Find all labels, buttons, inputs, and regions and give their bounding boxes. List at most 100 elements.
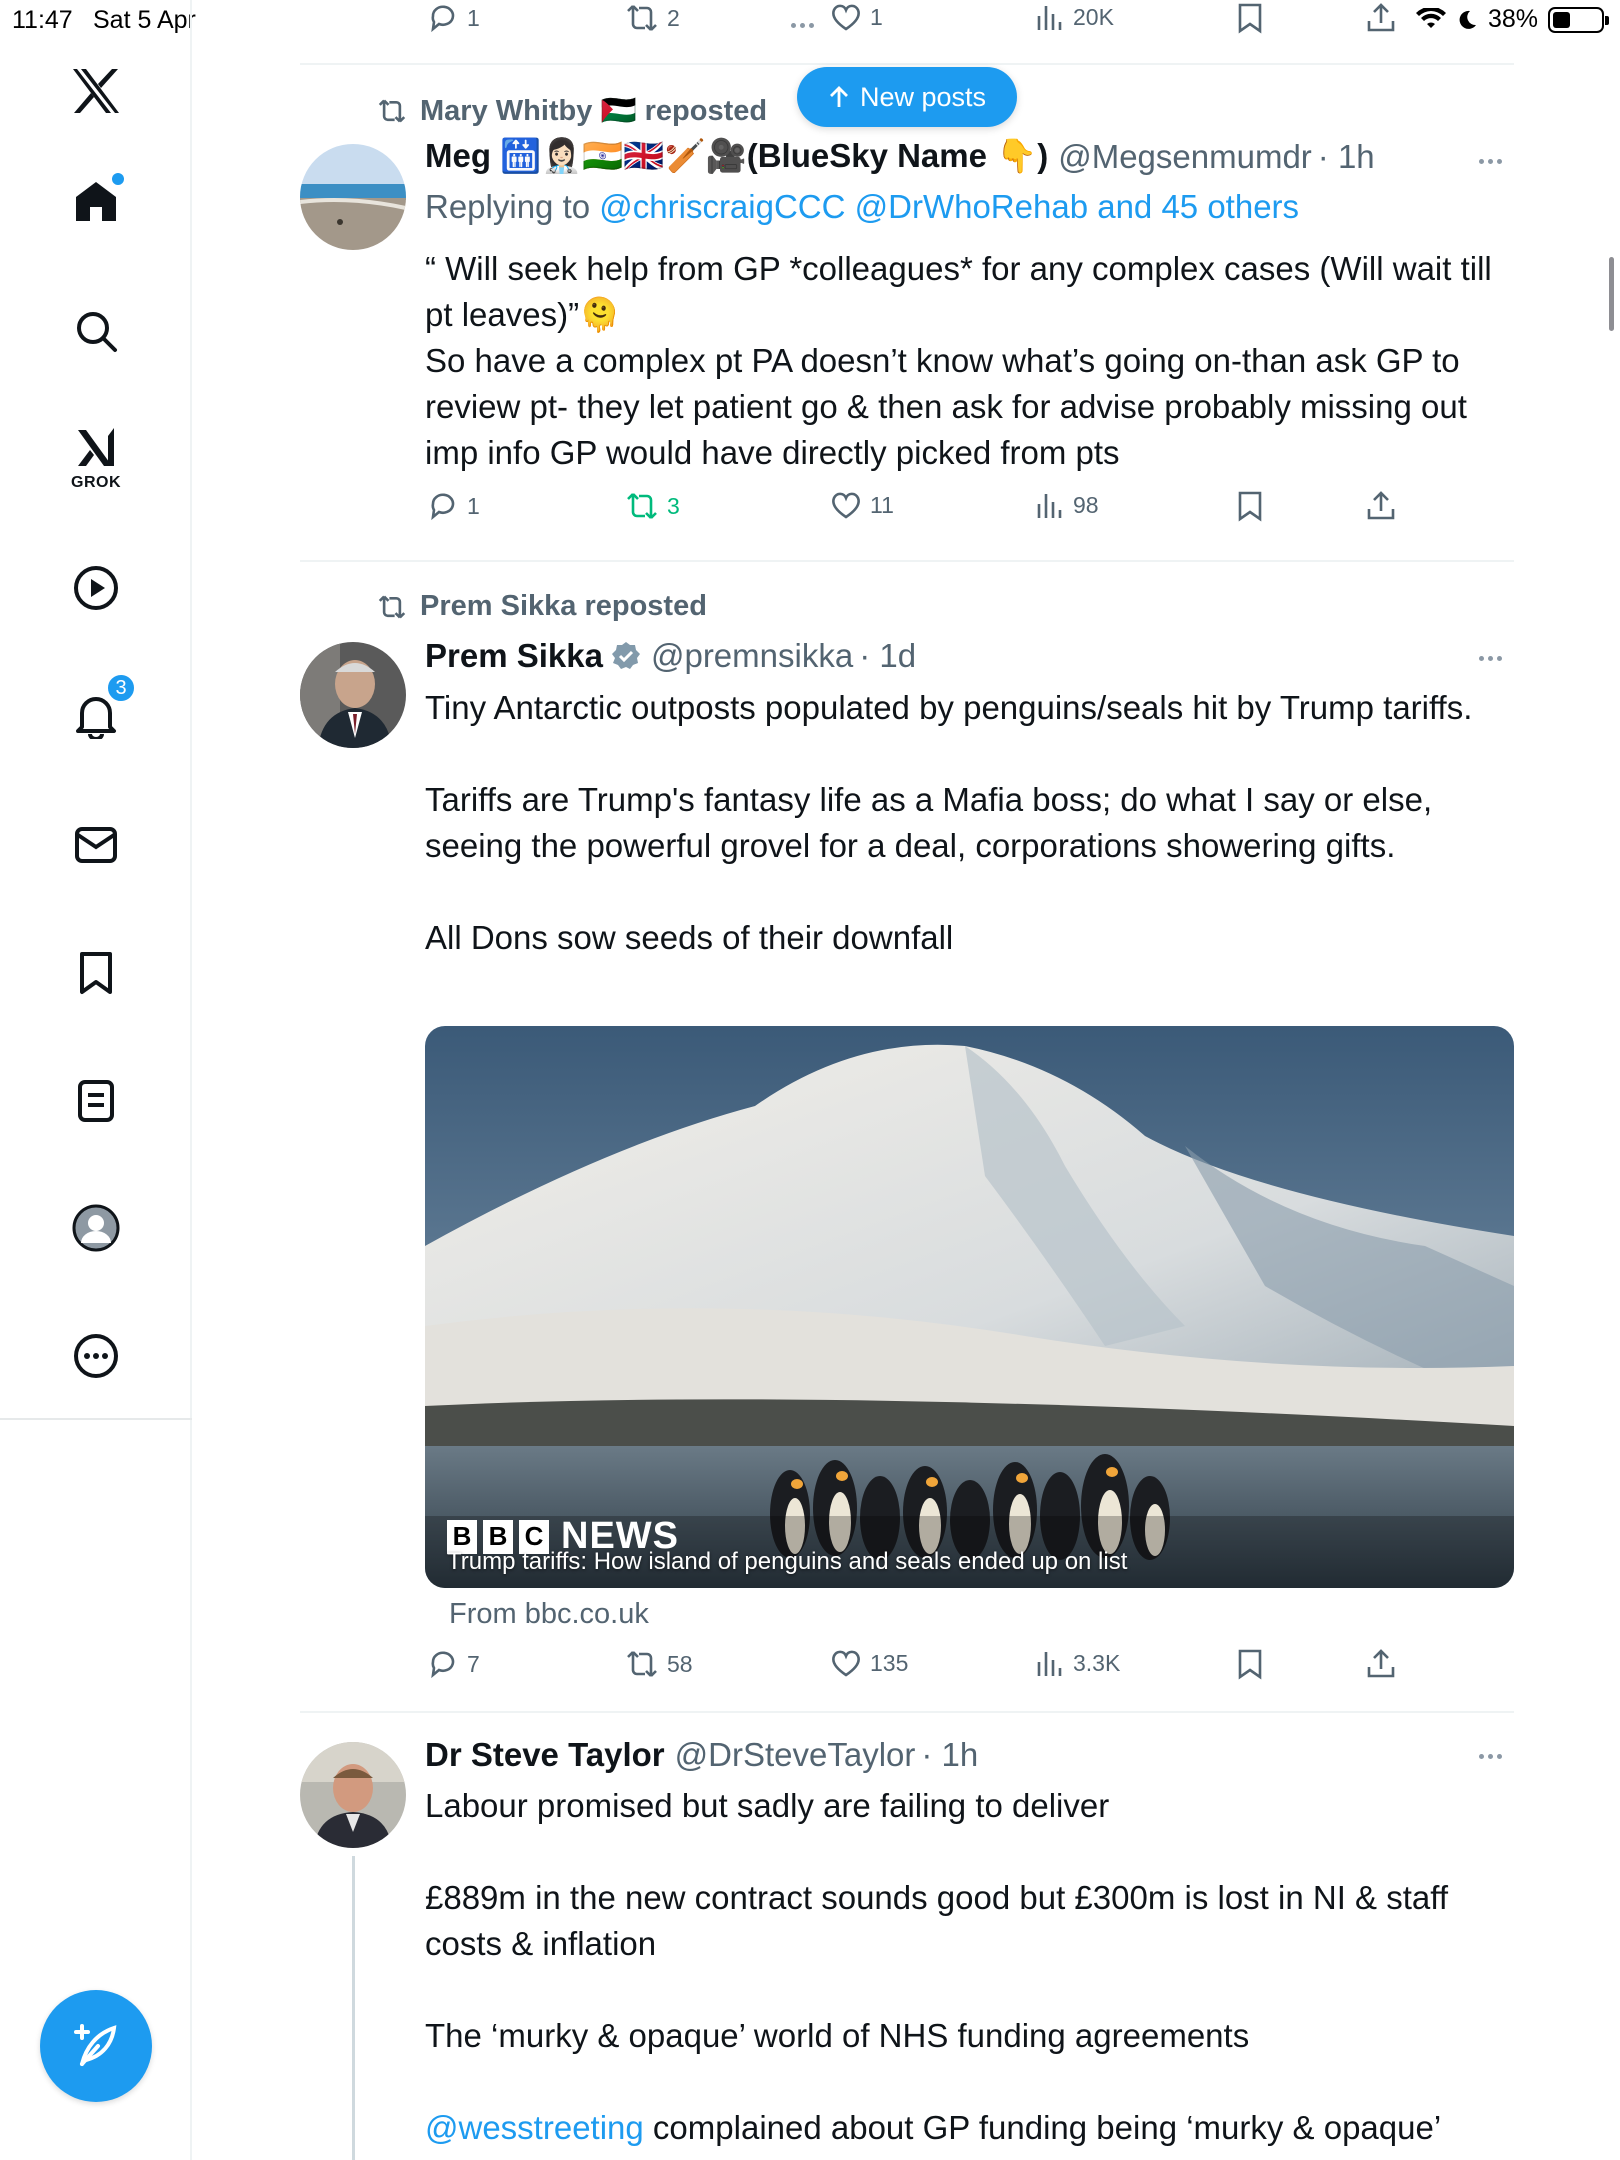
- new-posts-label: New posts: [859, 81, 987, 112]
- repost-count: 2: [667, 4, 680, 31]
- battery-icon: [1548, 6, 1609, 33]
- post-line: £889m in the new contract sounds good bu…: [425, 1879, 1448, 1962]
- repost-count: 58: [667, 1650, 693, 1677]
- nav-search[interactable]: [74, 309, 118, 353]
- views-count: 20K: [1073, 3, 1114, 30]
- post-text: Tiny Antarctic outposts populated by pen…: [425, 685, 1515, 961]
- more-options-button[interactable]: [1468, 1741, 1512, 1771]
- share-icon: [1367, 491, 1395, 520]
- profile-icon: [72, 1204, 120, 1252]
- share-button[interactable]: [1365, 1648, 1397, 1680]
- post-text: Labour promised but sadly are failing to…: [425, 1783, 1515, 2151]
- repost-icon: [627, 5, 657, 31]
- repost-icon: [627, 1651, 657, 1677]
- like-button[interactable]: 1: [830, 2, 883, 32]
- home-icon: [76, 182, 116, 221]
- top-post-actions: 1 2 1 20K: [425, 2, 1425, 46]
- more-options-button[interactable]: [1468, 643, 1512, 673]
- reply-icon: [431, 493, 455, 521]
- avatar[interactable]: [300, 642, 406, 748]
- repost-button[interactable]: 3: [625, 490, 680, 522]
- post-line: Tiny Antarctic outposts populated by pen…: [425, 689, 1473, 726]
- nav-video[interactable]: [73, 565, 119, 611]
- reply-button[interactable]: 1: [427, 490, 480, 522]
- post-time: · 1h: [921, 1736, 979, 1773]
- scrollbar[interactable]: [1609, 257, 1614, 331]
- link-card[interactable]: B B C NEWS Trump tariffs: How island of …: [425, 1026, 1514, 1588]
- reply-button[interactable]: 1: [427, 2, 480, 34]
- like-button[interactable]: 11: [830, 490, 894, 520]
- author-name[interactable]: Prem Sikka: [425, 637, 603, 675]
- post-line: The ‘murky & opaque’ world of NHS fundin…: [425, 2017, 1250, 2054]
- repost-button[interactable]: 58: [625, 1648, 693, 1680]
- nav-lists[interactable]: [77, 1079, 115, 1123]
- post-header: Meg 🛗👩🏻‍⚕️🇮🇳🇬🇧🏏🎥(BlueSky Name 👇) @Megsen…: [425, 137, 1375, 176]
- views-button[interactable]: 98: [1035, 490, 1099, 520]
- views-icon: [1037, 494, 1062, 518]
- author-name[interactable]: Dr Steve Taylor: [425, 1736, 665, 1774]
- reposted-by: Prem Sikka reposted: [420, 590, 707, 622]
- bookmark-icon: [1238, 491, 1262, 522]
- post-header: Prem Sikka @premnsikka · 1d: [425, 637, 916, 675]
- replying-links[interactable]: @chriscraigCCC @DrWhoRehab and 45 others: [599, 188, 1299, 225]
- nav-notifications[interactable]: 3: [74, 673, 136, 739]
- share-button[interactable]: [1365, 490, 1397, 522]
- heart-icon: [832, 492, 860, 519]
- repost-indicator: Prem Sikka reposted: [376, 590, 707, 623]
- nav-bookmarks[interactable]: [78, 951, 114, 995]
- views-button[interactable]: 3.3K: [1035, 1648, 1120, 1678]
- post-time: · 1h: [1317, 137, 1375, 175]
- verified-badge-icon: [611, 642, 640, 669]
- reply-count: 1: [467, 492, 480, 519]
- top-more-dots: [780, 10, 824, 40]
- repost-button[interactable]: 2: [625, 2, 680, 34]
- post-line: All Dons sow seeds of their downfall: [425, 919, 954, 956]
- heart-icon: [832, 1650, 860, 1677]
- bookmark-button[interactable]: [1237, 1648, 1263, 1680]
- like-button[interactable]: 135: [830, 1648, 908, 1678]
- notification-badge: 3: [106, 673, 136, 703]
- replying-prefix: Replying to: [425, 188, 600, 225]
- mail-icon: [75, 827, 117, 863]
- author-handle[interactable]: @DrSteveTaylor: [675, 1736, 916, 1774]
- author-handle[interactable]: @premnsikka: [651, 637, 853, 675]
- repost-icon: [378, 99, 406, 123]
- bookmark-icon: [1238, 3, 1262, 34]
- bookmark-button[interactable]: [1237, 2, 1263, 34]
- nav-more[interactable]: [73, 1333, 119, 1379]
- views-count: 98: [1073, 491, 1099, 518]
- mention-link[interactable]: @wesstreeting: [425, 2109, 644, 2146]
- more-icon: [74, 1334, 118, 1378]
- views-icon: [1037, 6, 1062, 30]
- avatar[interactable]: [300, 1742, 406, 1848]
- search-icon: [77, 312, 117, 352]
- arrow-up-icon: [829, 86, 848, 107]
- nav-profile[interactable]: [71, 1203, 121, 1253]
- views-button[interactable]: 20K: [1035, 2, 1114, 32]
- new-posts-button[interactable]: New posts: [797, 67, 1017, 127]
- nav-home[interactable]: [74, 173, 124, 223]
- reply-button[interactable]: 7: [427, 1648, 480, 1680]
- card-source[interactable]: From bbc.co.uk: [449, 1598, 649, 1631]
- author-name[interactable]: Meg 🛗👩🏻‍⚕️🇮🇳🇬🇧🏏🎥(BlueSky Name 👇): [425, 137, 1048, 176]
- x-logo-icon[interactable]: [71, 68, 121, 114]
- more-options-button[interactable]: [1468, 146, 1512, 176]
- author-handle[interactable]: @Megsenmumdr: [1058, 138, 1312, 176]
- nav-grok[interactable]: GROK: [71, 426, 121, 492]
- nav-messages[interactable]: [74, 825, 118, 865]
- share-button[interactable]: [1365, 2, 1397, 34]
- share-icon: [1367, 3, 1395, 32]
- sidebar-divider: [0, 1418, 192, 1420]
- share-icon: [1367, 1649, 1395, 1678]
- battery-percent: 38%: [1487, 5, 1538, 33]
- post-actions: 1 3 11 98: [425, 490, 1425, 534]
- compose-button[interactable]: [40, 1990, 152, 2102]
- heart-icon: [832, 4, 860, 31]
- repost-icon: [378, 595, 406, 618]
- bookmark-button[interactable]: [1237, 490, 1263, 522]
- avatar[interactable]: [300, 144, 406, 250]
- reply-count: 7: [467, 1650, 480, 1677]
